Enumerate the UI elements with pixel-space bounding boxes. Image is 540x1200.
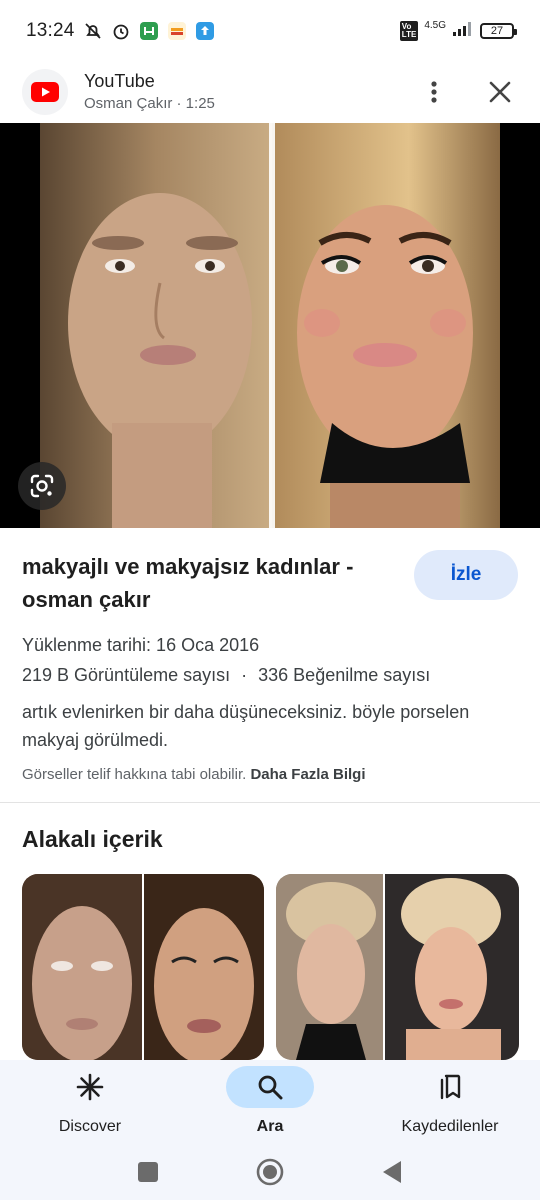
back-triangle-icon xyxy=(383,1161,401,1183)
section-divider xyxy=(0,802,540,803)
upload-date: Yüklenme tarihi: 16 Oca 2016 xyxy=(22,635,260,655)
google-lens-button[interactable] xyxy=(18,462,66,510)
video-description: artık evlenirken bir daha düşüneceksiniz… xyxy=(22,702,470,750)
related-image-card[interactable] xyxy=(276,874,519,1060)
asterisk-icon xyxy=(76,1073,104,1101)
nav-discover[interactable]: Discover xyxy=(0,1060,180,1144)
app-notification-green-icon xyxy=(139,21,159,41)
status-time: 13:24 xyxy=(26,20,75,41)
youtube-logo-icon xyxy=(22,69,68,115)
mute-bell-icon xyxy=(83,21,103,41)
title-row: makyajlı ve makyajsız kadınlar - osman ç… xyxy=(22,550,518,616)
nav-saved-pill xyxy=(406,1066,494,1108)
more-info-link[interactable]: Daha Fazla Bilgi xyxy=(250,766,365,783)
lens-camera-icon xyxy=(30,474,54,498)
source-site-name: YouTube xyxy=(84,71,155,91)
nav-search-pill xyxy=(226,1066,314,1108)
more-vert-icon xyxy=(431,81,437,103)
stats-separator: · xyxy=(241,665,248,685)
status-system-icons: Vo LTE 4.5G 27 xyxy=(399,19,517,42)
view-count: 219 B Görüntüleme sayısı xyxy=(22,665,231,685)
close-icon xyxy=(489,81,511,103)
watch-button[interactable]: İzle xyxy=(414,550,518,600)
back-button[interactable] xyxy=(331,1160,453,1184)
app-notification-food-icon xyxy=(167,21,187,41)
nav-discover-pill xyxy=(46,1066,134,1108)
nav-saved[interactable]: Kaydedilenler xyxy=(360,1060,540,1144)
home-button[interactable] xyxy=(209,1158,331,1186)
stats-line: 219 B Görüntüleme sayısı · 336 Beğenilme… xyxy=(22,660,518,690)
source-header: YouTube Osman Çakır · 1:25 xyxy=(0,62,540,122)
related-image-card[interactable] xyxy=(22,874,264,1060)
home-circle-icon xyxy=(256,1158,284,1186)
source-subtitle: Osman Çakır · 1:25 xyxy=(84,95,215,112)
copyright-notice: Görseller telif hakkına tabi olabilir. D… xyxy=(22,766,518,783)
like-count: 336 Beğenilme sayısı xyxy=(258,665,431,685)
status-bar: 13:24 Vo LTE 4.5G 27 xyxy=(0,0,540,62)
source-text: YouTube Osman Çakır · 1:25 xyxy=(84,69,215,115)
nav-search-label: Ara xyxy=(256,1118,284,1135)
related-image-1 xyxy=(22,874,264,1060)
system-navigation-bar xyxy=(0,1144,540,1200)
related-section-title: Alakalı içerik xyxy=(22,826,163,852)
source-actions xyxy=(416,74,518,110)
before-after-makeup-photo xyxy=(40,123,500,528)
network-type: 4.5G xyxy=(424,19,446,31)
square-icon xyxy=(138,1162,158,1182)
bottom-navigation: Discover Ara Kaydedilenler xyxy=(0,1060,540,1144)
alarm-icon xyxy=(111,21,131,41)
battery-level: 27 xyxy=(490,25,504,37)
result-image[interactable] xyxy=(0,123,540,528)
signal-icon xyxy=(452,21,474,42)
video-title[interactable]: makyajlı ve makyajsız kadınlar - osman ç… xyxy=(22,550,392,616)
result-info: makyajlı ve makyajsız kadınlar - osman ç… xyxy=(0,528,540,783)
app-notification-upload-icon xyxy=(195,21,215,41)
nav-search[interactable]: Ara xyxy=(180,1060,360,1144)
volte-icon: Vo LTE xyxy=(399,21,419,41)
search-icon xyxy=(258,1075,283,1100)
battery-icon: 27 xyxy=(480,23,517,39)
recents-button[interactable] xyxy=(87,1161,209,1183)
status-notification-icons xyxy=(83,21,215,41)
bookmarks-icon xyxy=(440,1074,461,1100)
nav-discover-label: Discover xyxy=(58,1118,122,1135)
close-button[interactable] xyxy=(482,74,518,110)
nav-saved-label: Kaydedilenler xyxy=(401,1118,499,1135)
related-image-2 xyxy=(276,874,519,1060)
copyright-text: Görseller telif hakkına tabi olabilir. xyxy=(22,766,247,783)
more-options-button[interactable] xyxy=(416,74,452,110)
